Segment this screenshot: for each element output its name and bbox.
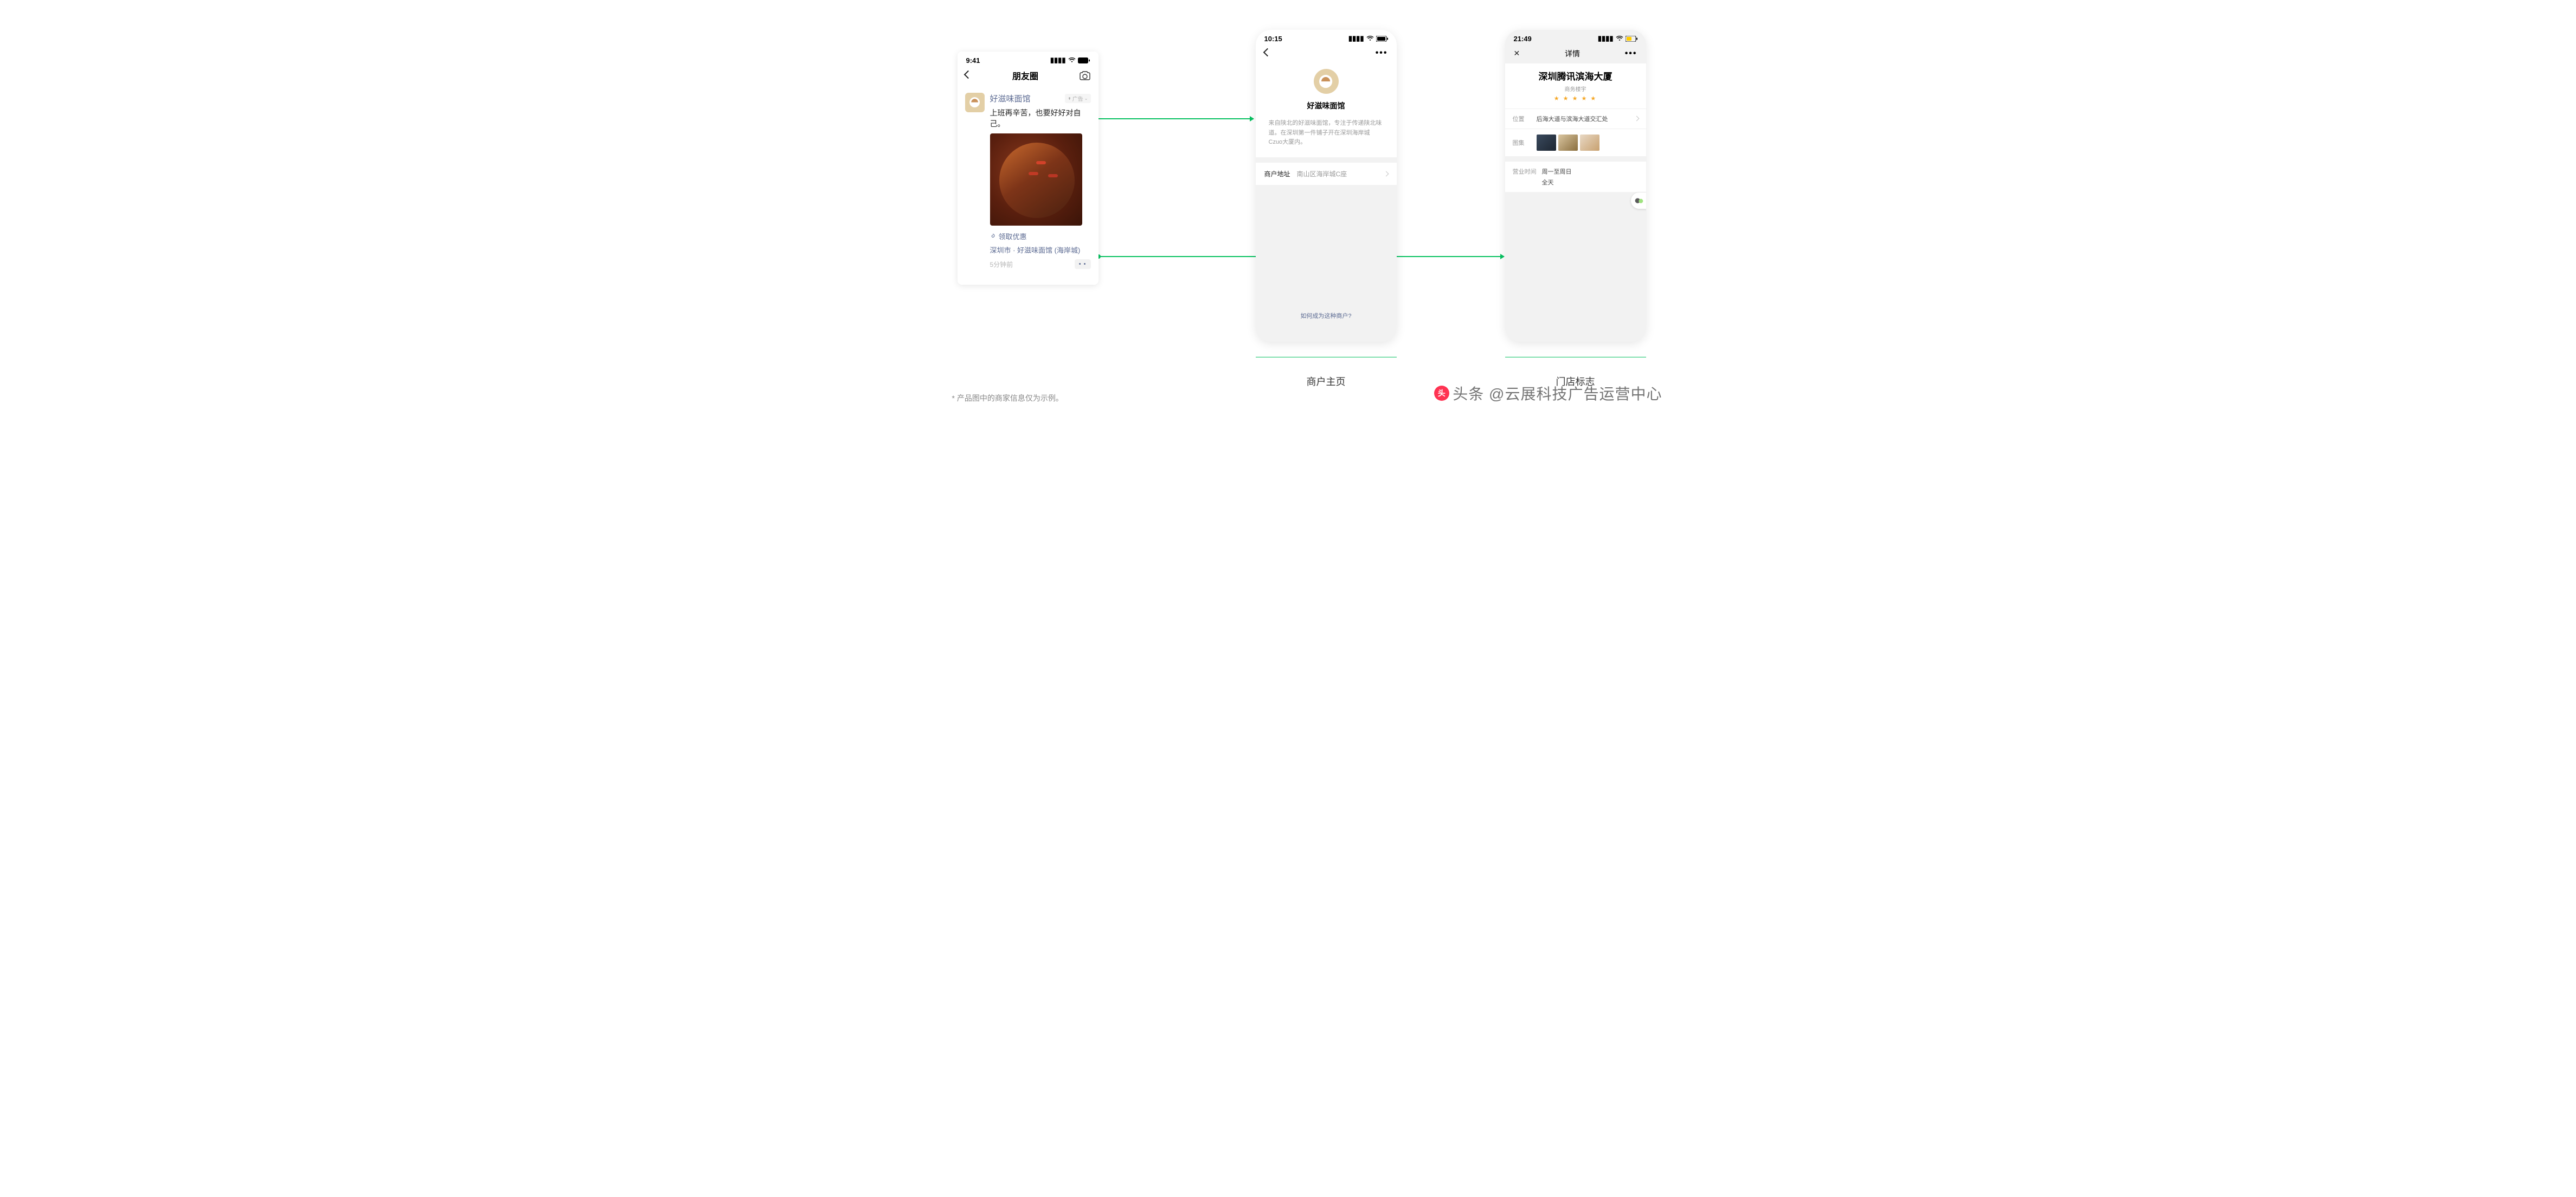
signal-icon: ▮▮▮▮ bbox=[1348, 34, 1364, 43]
status-time: 9:41 bbox=[966, 56, 980, 65]
gallery-thumb[interactable] bbox=[1537, 135, 1556, 151]
phone-store: 21:49 ▮▮▮▮ 详情 ••• 深圳腾讯滨海大厦 商务楼宇 ★ ★ ★ ★ … bbox=[1505, 30, 1646, 342]
brand-avatar[interactable] bbox=[965, 93, 985, 112]
status-time: 10:15 bbox=[1264, 35, 1282, 43]
post-location[interactable]: 深圳市 · 好滋味面馆 (海岸城) bbox=[990, 245, 1091, 255]
status-bar: 10:15 ▮▮▮▮ bbox=[1256, 30, 1397, 44]
merchant-avatar bbox=[1314, 69, 1339, 94]
share-float-button[interactable] bbox=[1631, 193, 1646, 209]
gallery-thumb[interactable] bbox=[1558, 135, 1578, 151]
status-icons: ▮▮▮▮ bbox=[1348, 34, 1388, 43]
merchant-desc: 来自陕北的好滋味面馆，专注于传递陕北味道。在深圳第一件铺子开在深圳海岸城Czuo… bbox=[1269, 119, 1384, 148]
location-pin-icon bbox=[1068, 97, 1071, 100]
store-gallery-row[interactable]: 图集 bbox=[1505, 129, 1646, 156]
post-image[interactable] bbox=[990, 133, 1082, 226]
store-hours-row: 营业时间 周一至周日 全天 bbox=[1505, 162, 1646, 192]
battery-icon bbox=[1626, 36, 1637, 42]
status-icons: ▮▮▮▮ bbox=[1598, 34, 1637, 43]
wechat-share-icon bbox=[1635, 197, 1643, 204]
ad-tag[interactable]: 广告 ⌄ bbox=[1065, 94, 1091, 103]
rating-stars: ★ ★ ★ ★ ★ bbox=[1505, 95, 1646, 102]
status-time: 21:49 bbox=[1514, 35, 1532, 43]
phone-merchant: 10:15 ▮▮▮▮ ••• 好滋味面馆 来自陕北的好滋味面馆，专注于传递陕北味… bbox=[1256, 30, 1397, 342]
watermark: 头 头条 @云展科技广告运营中心 bbox=[1434, 382, 1662, 404]
chevron-down-icon: ⌄ bbox=[1084, 96, 1088, 101]
more-icon[interactable]: ••• bbox=[1625, 49, 1637, 59]
back-icon[interactable] bbox=[1264, 48, 1270, 58]
gallery-label: 图集 bbox=[1513, 138, 1537, 147]
signal-icon: ▮▮▮▮ bbox=[1598, 34, 1614, 43]
miniprogram-icon bbox=[990, 233, 997, 240]
status-bar: 9:41 ▮▮▮▮ bbox=[958, 52, 1099, 66]
camera-icon[interactable] bbox=[1080, 71, 1090, 80]
wifi-icon bbox=[1616, 36, 1623, 41]
caption-merchant: 商户主页 bbox=[1256, 374, 1397, 388]
chevron-right-icon bbox=[1635, 116, 1639, 122]
location-value: 后海大道与滨海大道交汇处 bbox=[1537, 114, 1635, 123]
address-label: 商户地址 bbox=[1264, 169, 1290, 178]
location-label: 位置 bbox=[1513, 114, 1537, 123]
status-icons: ▮▮▮▮ bbox=[1050, 56, 1090, 65]
post-actions-button[interactable]: • • bbox=[1075, 259, 1091, 269]
wifi-icon bbox=[1068, 57, 1076, 63]
merchant-name: 好滋味面馆 bbox=[1269, 100, 1384, 111]
phone-moments: 9:41 ▮▮▮▮ 朋友圈 好滋味面馆 广告 bbox=[958, 52, 1099, 285]
store-hero: 深圳腾讯滨海大厦 商务楼宇 ★ ★ ★ ★ ★ bbox=[1505, 63, 1646, 108]
store-location-row[interactable]: 位置 后海大道与滨海大道交汇处 bbox=[1505, 108, 1646, 129]
brand-name[interactable]: 好滋味面馆 bbox=[990, 93, 1031, 104]
address-value: 南山区海岸城C座 bbox=[1297, 169, 1384, 178]
hours-time: 全天 bbox=[1542, 178, 1572, 187]
nav-title: 朋友圈 bbox=[1012, 69, 1038, 82]
battery-icon bbox=[1376, 36, 1388, 42]
hours-days: 周一至周日 bbox=[1542, 167, 1572, 176]
nav-title: 详情 bbox=[1520, 48, 1624, 59]
more-icon[interactable]: ••• bbox=[1376, 48, 1388, 58]
hours-label: 营业时间 bbox=[1513, 167, 1542, 187]
store-title: 深圳腾讯滨海大厦 bbox=[1505, 69, 1646, 82]
footnote: * 产品图中的商家信息仅为示例。 bbox=[952, 393, 1063, 404]
chevron-right-icon bbox=[1384, 170, 1388, 177]
merchant-address-row[interactable]: 商户地址 南山区海岸城C座 bbox=[1256, 163, 1397, 185]
status-bar: 21:49 ▮▮▮▮ bbox=[1505, 30, 1646, 44]
coupon-link[interactable]: 领取优惠 bbox=[990, 231, 1091, 241]
toutiao-logo-icon: 头 bbox=[1434, 386, 1449, 401]
battery-icon bbox=[1078, 57, 1090, 63]
post-time: 5分钟前 bbox=[990, 260, 1013, 269]
moments-navbar: 朋友圈 bbox=[958, 66, 1099, 87]
store-subtitle: 商务楼宇 bbox=[1505, 85, 1646, 93]
moments-post: 好滋味面馆 广告 ⌄ 上班再辛苦，也要好好对自己。 领取优惠 深圳市 · 好滋味… bbox=[958, 87, 1099, 274]
signal-icon: ▮▮▮▮ bbox=[1050, 56, 1066, 65]
close-icon[interactable] bbox=[1514, 49, 1520, 59]
gallery-thumb[interactable] bbox=[1580, 135, 1599, 151]
howto-link[interactable]: 如何成为这种商户? bbox=[1256, 311, 1397, 320]
back-icon[interactable] bbox=[965, 71, 971, 80]
post-caption: 上班再辛苦，也要好好对自己。 bbox=[990, 107, 1091, 129]
wifi-icon bbox=[1366, 36, 1374, 41]
